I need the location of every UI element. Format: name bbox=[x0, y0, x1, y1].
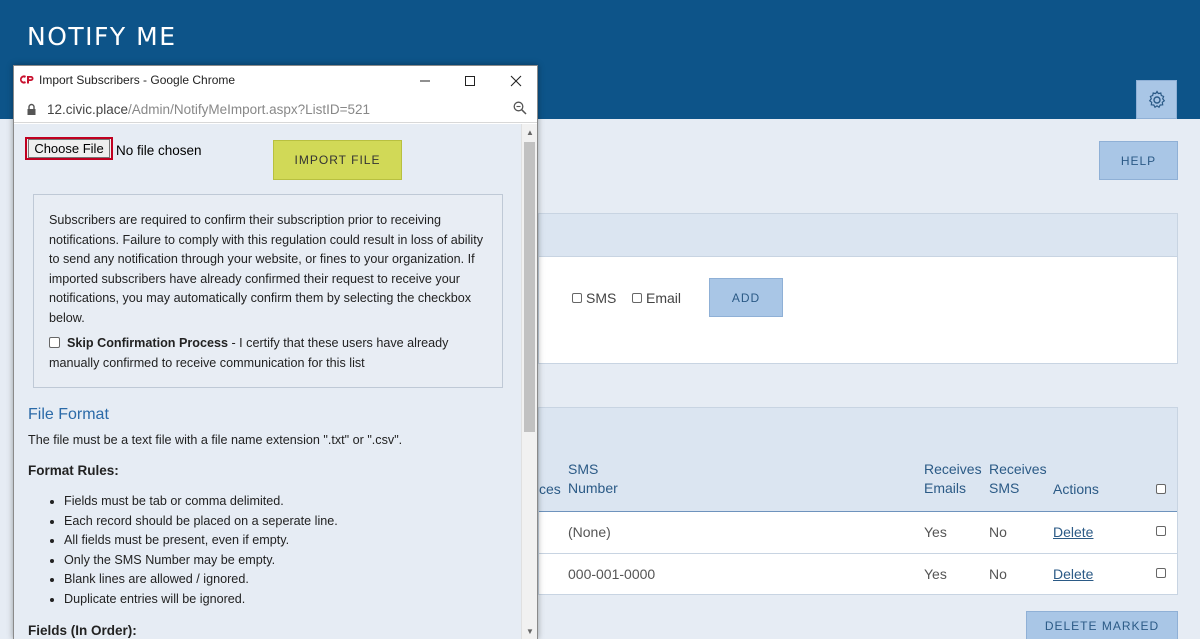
file-format-title: File Format bbox=[28, 406, 109, 423]
add-subscriber-panel: SMS Email ADD bbox=[538, 213, 1178, 364]
maximize-icon bbox=[465, 75, 475, 86]
row-checkbox[interactable] bbox=[1156, 568, 1166, 578]
col-receives-sms-line1: Receives bbox=[989, 461, 1047, 477]
settings-button[interactable] bbox=[1136, 80, 1177, 119]
close-icon bbox=[510, 75, 522, 86]
subscribers-table: ces SMS Number Receives Emails Receives … bbox=[538, 407, 1178, 595]
delete-link[interactable]: Delete bbox=[1053, 524, 1093, 540]
receives-sms-cell: No bbox=[989, 524, 1007, 540]
sms-number-cell: 000-001-0000 bbox=[568, 566, 656, 582]
col-actions: Actions bbox=[1053, 481, 1099, 497]
receives-emails-cell: Yes bbox=[924, 566, 947, 582]
minimize-button[interactable] bbox=[402, 66, 448, 95]
email-checkbox[interactable] bbox=[632, 293, 642, 303]
panel-header bbox=[539, 214, 1177, 257]
sms-label: SMS bbox=[586, 290, 617, 306]
maximize-button[interactable] bbox=[447, 66, 493, 95]
col-receives-emails-line1: Receives bbox=[924, 461, 982, 477]
address-bar[interactable]: 12.civic.place/Admin/NotifyMeImport.aspx… bbox=[14, 95, 537, 123]
lock-icon bbox=[27, 103, 36, 115]
select-all-checkbox[interactable] bbox=[1156, 484, 1166, 494]
choose-file-label: Choose File bbox=[28, 139, 110, 158]
no-file-text: No file chosen bbox=[116, 143, 202, 158]
fields-title: Fields (In Order): bbox=[28, 623, 137, 638]
window-titlebar: Import Subscribers - Google Chrome bbox=[14, 66, 537, 95]
file-format-description: The file must be a text file with a file… bbox=[28, 433, 403, 447]
col-receives-sms-line2: SMS bbox=[989, 480, 1020, 496]
url-path: /Admin/NotifyMeImport.aspx?ListID=521 bbox=[128, 102, 371, 117]
receives-emails-cell: Yes bbox=[924, 524, 947, 540]
sms-checkbox-label[interactable]: SMS bbox=[572, 290, 616, 306]
table-header: ces SMS Number Receives Emails Receives … bbox=[539, 408, 1177, 512]
zoom-icon[interactable] bbox=[513, 101, 527, 115]
add-button[interactable]: ADD bbox=[709, 278, 783, 317]
list-item: All fields must be present, even if empt… bbox=[64, 531, 338, 551]
email-checkbox-label[interactable]: Email bbox=[632, 290, 681, 306]
scrollbar[interactable]: ▲ ▼ bbox=[521, 124, 537, 639]
scroll-thumb[interactable] bbox=[524, 142, 535, 432]
email-label: Email bbox=[646, 290, 682, 306]
help-button[interactable]: HELP bbox=[1099, 141, 1178, 180]
gear-icon bbox=[1148, 89, 1165, 108]
notice-text: Subscribers are required to confirm thei… bbox=[49, 213, 483, 325]
format-rules-title: Format Rules: bbox=[28, 463, 119, 478]
list-item: Only the SMS Number may be empty. bbox=[64, 551, 338, 571]
skip-confirmation-label: Skip Confirmation Process bbox=[67, 336, 228, 350]
scroll-down-icon[interactable]: ▼ bbox=[526, 627, 534, 636]
skip-confirmation-row: Skip Confirmation Process - I certify th… bbox=[49, 334, 487, 373]
delete-link[interactable]: Delete bbox=[1053, 566, 1093, 582]
url-host: 12.civic.place bbox=[47, 102, 129, 117]
close-button[interactable] bbox=[493, 66, 539, 95]
popup-content: Choose File No file chosen IMPORT FILE S… bbox=[14, 124, 522, 639]
civicplus-logo-icon bbox=[19, 75, 34, 84]
list-item: Duplicate entries will be ignored. bbox=[64, 590, 338, 610]
skip-confirmation-checkbox[interactable] bbox=[49, 337, 60, 348]
sms-checkbox[interactable] bbox=[572, 293, 582, 303]
minimize-icon bbox=[420, 80, 430, 81]
format-rules-list: Fields must be tab or comma delimited. E… bbox=[64, 492, 338, 609]
choose-file-button[interactable]: Choose File bbox=[25, 137, 113, 160]
col-sms-number-line2: Number bbox=[568, 480, 618, 496]
import-file-button[interactable]: IMPORT FILE bbox=[273, 140, 402, 180]
col-sms-number-line1: SMS bbox=[568, 461, 599, 477]
confirmation-notice: Subscribers are required to confirm thei… bbox=[33, 194, 503, 388]
list-item: Fields must be tab or comma delimited. bbox=[64, 492, 338, 512]
col-receives-emails-line2: Emails bbox=[924, 480, 967, 496]
url-text: 12.civic.place/Admin/NotifyMeImport.aspx… bbox=[47, 102, 370, 117]
col-preferences-fragment: ces bbox=[539, 481, 561, 497]
row-divider bbox=[539, 553, 1177, 554]
page-title: NOTIFY ME bbox=[27, 22, 177, 51]
list-item: Blank lines are allowed / ignored. bbox=[64, 570, 338, 590]
import-subscribers-window: Import Subscribers - Google Chrome 12.ci… bbox=[13, 65, 538, 639]
delete-marked-button[interactable]: DELETE MARKED bbox=[1026, 611, 1178, 639]
row-checkbox[interactable] bbox=[1156, 526, 1166, 536]
receives-sms-cell: No bbox=[989, 566, 1007, 582]
window-title: Import Subscribers - Google Chrome bbox=[39, 73, 236, 87]
sms-number-cell: (None) bbox=[568, 524, 611, 540]
scroll-up-icon[interactable]: ▲ bbox=[526, 128, 534, 137]
list-item: Each record should be placed on a sepera… bbox=[64, 512, 338, 532]
